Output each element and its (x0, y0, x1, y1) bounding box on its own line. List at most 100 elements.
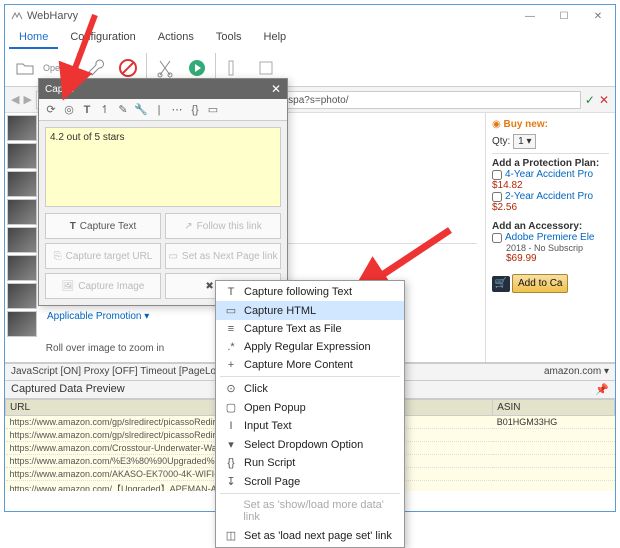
menu-item-select-dropdown-option[interactable]: ▾Select Dropdown Option (216, 435, 404, 454)
menubar: Home Configuration Actions Tools Help (5, 27, 615, 49)
open-button[interactable] (11, 54, 39, 82)
preview-title: Captured Data Preview (11, 383, 125, 396)
menu-item-set-as-load-next-page-set-link[interactable]: ◫Set as 'load next page set' link (216, 526, 404, 545)
menu-item-capture-text-as-file[interactable]: ≡Capture Text as File (216, 320, 404, 338)
menu-item-icon: ≡ (224, 323, 238, 335)
thumbnail[interactable] (7, 143, 37, 169)
capture-titlebar[interactable]: Captur ✕ (39, 79, 287, 99)
back-icon[interactable]: ◀ (11, 93, 19, 106)
app-title: WebHarvy (27, 10, 78, 22)
capture-text-button[interactable]: TCapture Text (45, 213, 161, 239)
menu-item-icon: ↧ (224, 475, 238, 488)
menu-item-capture-html[interactable]: ▭Capture HTML (216, 301, 404, 320)
sep: | (151, 102, 167, 118)
thumbnail[interactable] (7, 171, 37, 197)
nav-go-icon[interactable]: ✓ (585, 93, 595, 107)
titlebar: WebHarvy — ☐ ✕ (5, 5, 615, 27)
open-label: Open... (43, 63, 73, 73)
menu-item-icon: {} (224, 457, 238, 469)
menu-item-capture-more-content[interactable]: +Capture More Content (216, 356, 404, 374)
follow-link-button[interactable]: ↗Follow this link (165, 213, 281, 239)
thumbnail[interactable] (7, 283, 37, 309)
image-icon: 🖼 (62, 281, 75, 292)
acc1-checkbox[interactable] (492, 233, 502, 243)
page-icon[interactable]: ▭ (205, 102, 221, 118)
menu-item-capture-following-text[interactable]: TCapture following Text (216, 283, 404, 301)
maximize-button[interactable]: ☐ (547, 5, 581, 27)
protection-plan-header: Add a Protection Plan: (492, 158, 609, 169)
menu-item-input-text[interactable]: IInput Text (216, 417, 404, 435)
menu-item-apply-regular-expression[interactable]: .*Apply Regular Expression (216, 338, 404, 356)
ellipsis-icon[interactable]: ⋯ (169, 102, 185, 118)
plan4-price: $14.82 (492, 180, 609, 191)
rollover-hint: Roll over image to zoom in (35, 339, 175, 358)
menu-item-open-popup[interactable]: ▢Open Popup (216, 398, 404, 417)
node-up-icon[interactable]: ↿ (97, 102, 113, 118)
add-to-cart-button[interactable]: Add to Ca (512, 274, 568, 293)
menu-tools[interactable]: Tools (206, 27, 252, 49)
menu-item-icon: + (224, 359, 238, 371)
target-icon[interactable]: ◎ (61, 102, 77, 118)
more-options-menu: TCapture following Text▭Capture HTML≡Cap… (215, 280, 405, 548)
thumbnail[interactable] (7, 115, 37, 141)
menu-configuration[interactable]: Configuration (60, 27, 145, 49)
pin-icon[interactable]: 📌 (595, 383, 609, 396)
thumbnail[interactable] (7, 311, 37, 337)
capture-close-icon[interactable]: ✕ (271, 82, 281, 96)
capture-url-button[interactable]: ⎘Capture target URL (45, 243, 161, 269)
menu-actions[interactable]: Actions (148, 27, 204, 49)
acc1-link[interactable]: Adobe Premiere Ele (505, 232, 595, 243)
buy-box: ◉ Buy new: Qty: 1 ▾ Add a Protection Pla… (485, 113, 615, 362)
plan2-checkbox[interactable] (492, 192, 502, 202)
capture-image-button[interactable]: 🖼Capture Image (45, 273, 161, 299)
qty-select[interactable]: 1 ▾ (513, 134, 536, 149)
menu-item-icon: ⊙ (224, 382, 238, 395)
menu-item-run-script[interactable]: {}Run Script (216, 454, 404, 472)
thumbnail-strip (5, 113, 39, 362)
menu-item-set-as-show-load-more-data-link: Set as 'show/load more data' link (216, 496, 404, 526)
next-page-button[interactable]: ▭Set as Next Page link (165, 243, 281, 269)
thumbnail[interactable] (7, 227, 37, 253)
url-icon: ⎘ (54, 251, 62, 262)
menu-item-icon: I (224, 420, 238, 432)
menu-item-icon: ▾ (224, 438, 238, 451)
thumbnail[interactable] (7, 255, 37, 281)
plan4-link[interactable]: 4-Year Accident Pro (505, 169, 593, 180)
plan2-price: $2.56 (492, 202, 609, 213)
acc1-price: $69.99 (492, 253, 609, 264)
status-domain[interactable]: amazon.com ▾ (544, 366, 609, 378)
capture-panel: Captur ✕ ⟳ ◎ T ↿ ✎ 🔧 | ⋯ {} ▭ 4.2 out of… (38, 78, 288, 306)
braces-icon[interactable]: {} (187, 102, 203, 118)
menu-item-click[interactable]: ⊙Click (216, 379, 404, 398)
text-icon[interactable]: T (79, 102, 95, 118)
plan4-checkbox[interactable] (492, 170, 502, 180)
close-button[interactable]: ✕ (581, 5, 615, 27)
cart-icon: 🛒 (492, 276, 510, 292)
menu-help[interactable]: Help (254, 27, 297, 49)
buy-new-label: Buy new: (504, 119, 548, 130)
menu-item-scroll-page[interactable]: ↧Scroll Page (216, 472, 404, 491)
capture-toolbar: ⟳ ◎ T ↿ ✎ 🔧 | ⋯ {} ▭ (39, 99, 287, 121)
forward-icon[interactable]: ▶ (23, 93, 31, 106)
menu-item-icon: .* (224, 341, 238, 353)
capture-preview: 4.2 out of 5 stars (45, 127, 281, 207)
menu-item-icon: ▭ (224, 304, 238, 317)
pencil-icon[interactable]: ✎ (115, 102, 131, 118)
refresh-icon[interactable]: ⟳ (43, 102, 59, 118)
col-asin[interactable]: ASIN (493, 400, 615, 416)
qty-label: Qty: (492, 136, 510, 147)
thumbnail[interactable] (7, 199, 37, 225)
wrench2-icon[interactable]: 🔧 (133, 102, 149, 118)
capture-title: Captur (45, 84, 75, 95)
menu-item-icon: ◫ (224, 529, 238, 542)
accessory-header: Add an Accessory: (492, 221, 609, 232)
minimize-button[interactable]: — (513, 5, 547, 27)
menu-item-icon: T (224, 286, 238, 298)
text-icon: T (70, 221, 76, 232)
page-icon: ▭ (168, 251, 177, 262)
cross-icon: ✖ (205, 281, 213, 292)
nav-stop-icon[interactable]: ✕ (599, 93, 609, 107)
app-icon (11, 10, 23, 22)
menu-home[interactable]: Home (9, 27, 58, 49)
plan2-link[interactable]: 2-Year Accident Pro (505, 191, 593, 202)
